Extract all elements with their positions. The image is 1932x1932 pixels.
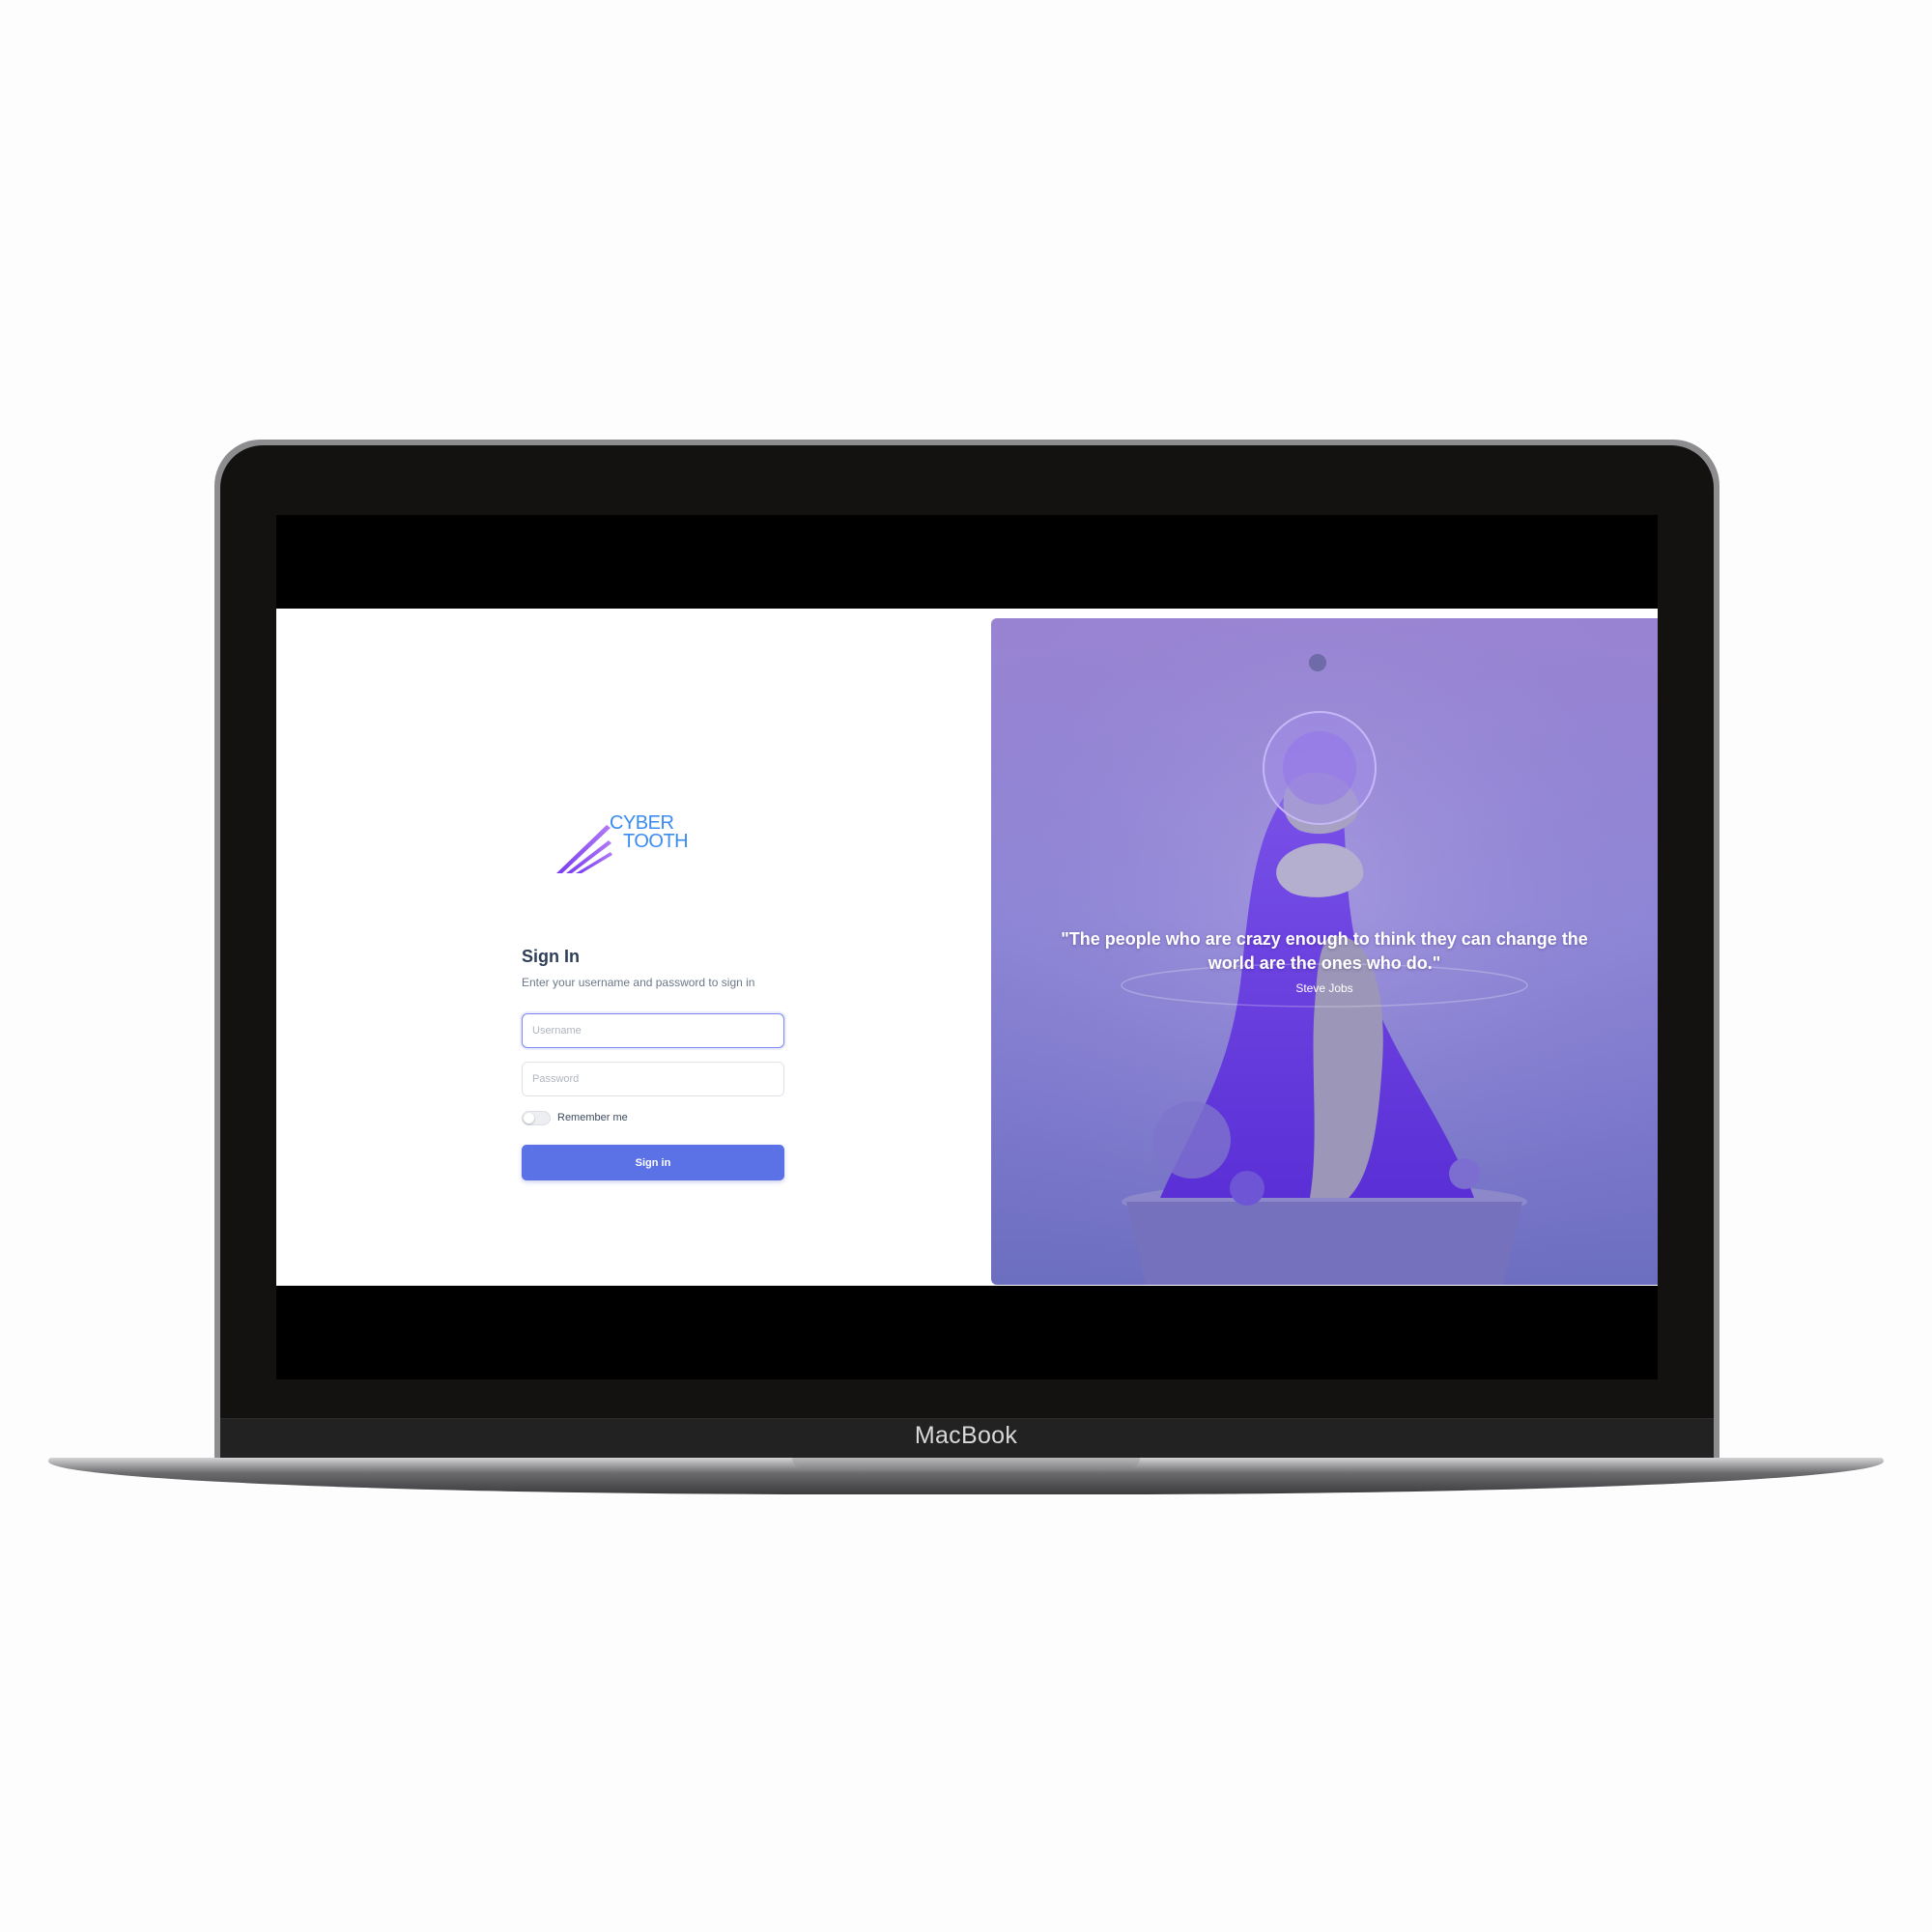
page-title: Sign In xyxy=(522,947,580,966)
remember-me-label: Remember me xyxy=(557,1112,628,1123)
logo-wordmark: CYBER TOOTH xyxy=(610,813,689,852)
hero-quote: "The people who are crazy enough to thin… xyxy=(1061,929,1588,973)
page-subtitle: Enter your username and password to sign… xyxy=(522,976,755,989)
sign-in-button-label: Sign in xyxy=(635,1156,671,1169)
screen: CYBER TOOTH Sign In Enter your username … xyxy=(276,515,1658,1379)
hero-quote-author: Steve Jobs xyxy=(1295,981,1353,995)
password-input[interactable] xyxy=(522,1062,784,1096)
hero-panel: "The people who are crazy enough to thin… xyxy=(991,618,1658,1285)
username-input[interactable] xyxy=(522,1013,784,1048)
laptop-hinge-notch xyxy=(792,1458,1140,1468)
device-brand-label: MacBook xyxy=(914,1422,1018,1449)
toggle-knob xyxy=(524,1113,534,1123)
logo-line-2: TOOTH xyxy=(623,831,689,852)
sign-in-button[interactable]: Sign in xyxy=(522,1145,784,1180)
remember-me-toggle[interactable] xyxy=(522,1111,551,1125)
login-page: CYBER TOOTH Sign In Enter your username … xyxy=(276,609,1658,1286)
